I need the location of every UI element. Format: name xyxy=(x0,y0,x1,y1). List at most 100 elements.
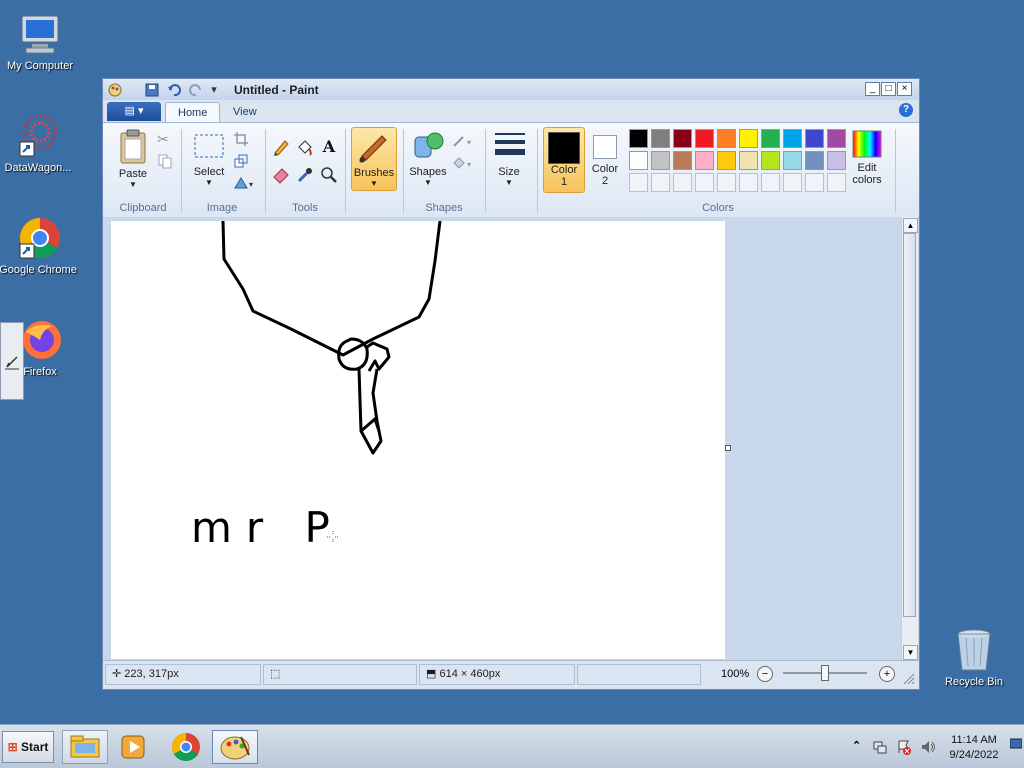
palette-swatch[interactable] xyxy=(695,151,714,170)
palette-swatch[interactable] xyxy=(651,129,670,148)
save-icon[interactable] xyxy=(145,83,159,97)
palette-swatch-empty[interactable] xyxy=(827,173,846,192)
resize-icon[interactable] xyxy=(233,153,249,172)
copy-icon[interactable] xyxy=(157,153,173,172)
taskbar-paint[interactable] xyxy=(212,730,258,764)
zoom-out-button[interactable]: − xyxy=(757,666,773,682)
crop-icon[interactable] xyxy=(233,131,249,150)
brush-icon xyxy=(359,135,387,163)
fill-icon[interactable]: ▾ xyxy=(451,155,477,174)
help-icon[interactable]: ? xyxy=(899,103,913,117)
zoom-slider-thumb[interactable] xyxy=(821,665,829,681)
maximize-button[interactable]: □ xyxy=(881,82,896,96)
palette-swatch[interactable] xyxy=(761,151,780,170)
magnifier-tool[interactable] xyxy=(319,165,339,185)
palette-swatch[interactable] xyxy=(651,151,670,170)
start-button[interactable]: ⊞ Start xyxy=(2,731,54,763)
eraser-tool[interactable] xyxy=(271,165,291,185)
window-resize-grip-icon[interactable] xyxy=(903,673,915,685)
paint-app-icon[interactable] xyxy=(108,83,122,97)
color1-button[interactable]: Color 1 xyxy=(543,127,585,193)
chrome-icon xyxy=(172,733,200,761)
show-desktop-button[interactable] xyxy=(1009,737,1023,751)
palette-swatch[interactable] xyxy=(739,151,758,170)
desktop-icon-my-computer[interactable]: My Computer xyxy=(0,10,80,72)
tab-home[interactable]: Home xyxy=(165,102,221,123)
palette-swatch[interactable] xyxy=(717,129,736,148)
palette-swatch[interactable] xyxy=(761,129,780,148)
tab-view[interactable]: View xyxy=(221,102,269,122)
close-button[interactable]: × xyxy=(897,82,912,96)
taskbar-chrome[interactable] xyxy=(162,730,208,764)
palette-swatch[interactable] xyxy=(783,151,802,170)
show-hidden-icons-button[interactable]: ⌃ xyxy=(852,739,861,752)
palette-swatch-empty[interactable] xyxy=(651,173,670,192)
drawing-canvas[interactable]: mr P xyxy=(111,221,725,659)
taskbar-file-explorer[interactable] xyxy=(62,730,108,764)
palette-swatch-empty[interactable] xyxy=(695,173,714,192)
volume-icon[interactable] xyxy=(920,739,936,758)
rotate-icon[interactable]: ▾ xyxy=(233,175,259,194)
scroll-up-button[interactable]: ▲ xyxy=(903,218,918,233)
palette-swatch[interactable] xyxy=(739,129,758,148)
palette-swatch[interactable] xyxy=(673,129,692,148)
palette-swatch[interactable] xyxy=(827,129,846,148)
zoom-in-button[interactable]: + xyxy=(879,666,895,682)
redo-icon[interactable] xyxy=(189,83,203,97)
palette-swatch[interactable] xyxy=(673,151,692,170)
minimize-button[interactable]: _ xyxy=(865,82,880,96)
edit-colors-button[interactable]: Edit colors xyxy=(845,127,889,193)
palette-swatch[interactable] xyxy=(629,129,648,148)
group-separator xyxy=(265,129,266,213)
text-tool[interactable]: A xyxy=(319,137,339,157)
palette-swatch-empty[interactable] xyxy=(629,173,648,192)
desktop-icon-google-chrome[interactable]: Google Chrome xyxy=(0,214,78,276)
canvas-resize-handle[interactable] xyxy=(725,445,731,451)
group-label-image-text: Image xyxy=(206,202,238,214)
palette-swatch[interactable] xyxy=(805,129,824,148)
scroll-down-button[interactable]: ▼ xyxy=(903,645,918,660)
clipboard-icon xyxy=(120,129,146,164)
scroll-thumb[interactable] xyxy=(903,233,916,617)
fill-tool[interactable] xyxy=(295,137,315,157)
palette-swatch-empty[interactable] xyxy=(717,173,736,192)
brushes-button[interactable]: Brushes ▼ xyxy=(351,127,397,191)
color-picker-tool[interactable] xyxy=(295,165,315,185)
vertical-scrollbar[interactable]: ▲ ▼ xyxy=(901,217,918,660)
palette-swatch-empty[interactable] xyxy=(761,173,780,192)
palette-swatch[interactable] xyxy=(827,151,846,170)
color2-number: 2 xyxy=(601,175,609,187)
palette-swatch[interactable] xyxy=(695,129,714,148)
action-center-icon[interactable] xyxy=(896,739,912,758)
size-button[interactable]: Size ▼ xyxy=(489,127,529,191)
outline-icon[interactable]: ▾ xyxy=(451,133,477,152)
cut-icon[interactable]: ✂ xyxy=(157,131,169,148)
select-button[interactable]: Select ▼ xyxy=(189,127,229,191)
palette-swatch[interactable] xyxy=(783,129,802,148)
color2-button[interactable]: Color 2 xyxy=(587,127,623,193)
desktop-icon-recycle-bin[interactable]: Recycle Bin xyxy=(934,626,1014,688)
customize-qa-icon[interactable]: ▾ xyxy=(207,83,221,97)
shapes-icon xyxy=(414,132,444,158)
palette-swatch-empty[interactable] xyxy=(805,173,824,192)
network-icon[interactable] xyxy=(872,739,888,758)
undo-icon[interactable] xyxy=(167,83,181,97)
size-label: Size xyxy=(498,166,520,178)
palette-swatch-empty[interactable] xyxy=(783,173,802,192)
cursor-position-text: 223, 317px xyxy=(124,668,179,680)
palette-swatch[interactable] xyxy=(805,151,824,170)
paint-menu-button[interactable]: ▤ ▾ xyxy=(107,102,161,121)
pencil-tool[interactable] xyxy=(271,137,291,157)
desktop-icon-datawagon[interactable]: DataWagon... xyxy=(0,112,78,174)
palette-swatch[interactable] xyxy=(717,151,736,170)
shapes-button[interactable]: Shapes ▼ xyxy=(407,127,449,191)
palette-swatch[interactable] xyxy=(629,151,648,170)
palette-swatch-empty[interactable] xyxy=(673,173,692,192)
palette-swatch-empty[interactable] xyxy=(739,173,758,192)
side-panel-handle[interactable] xyxy=(0,322,24,400)
taskbar-media-player[interactable] xyxy=(112,730,158,764)
canvas-area[interactable]: mr P xyxy=(103,217,901,660)
clock[interactable]: 11:14 AM 9/24/2022 xyxy=(940,733,1008,763)
paste-button[interactable]: Paste ▼ xyxy=(113,127,153,191)
title-bar[interactable]: ▾ Untitled - Paint _ □ × xyxy=(103,79,919,100)
